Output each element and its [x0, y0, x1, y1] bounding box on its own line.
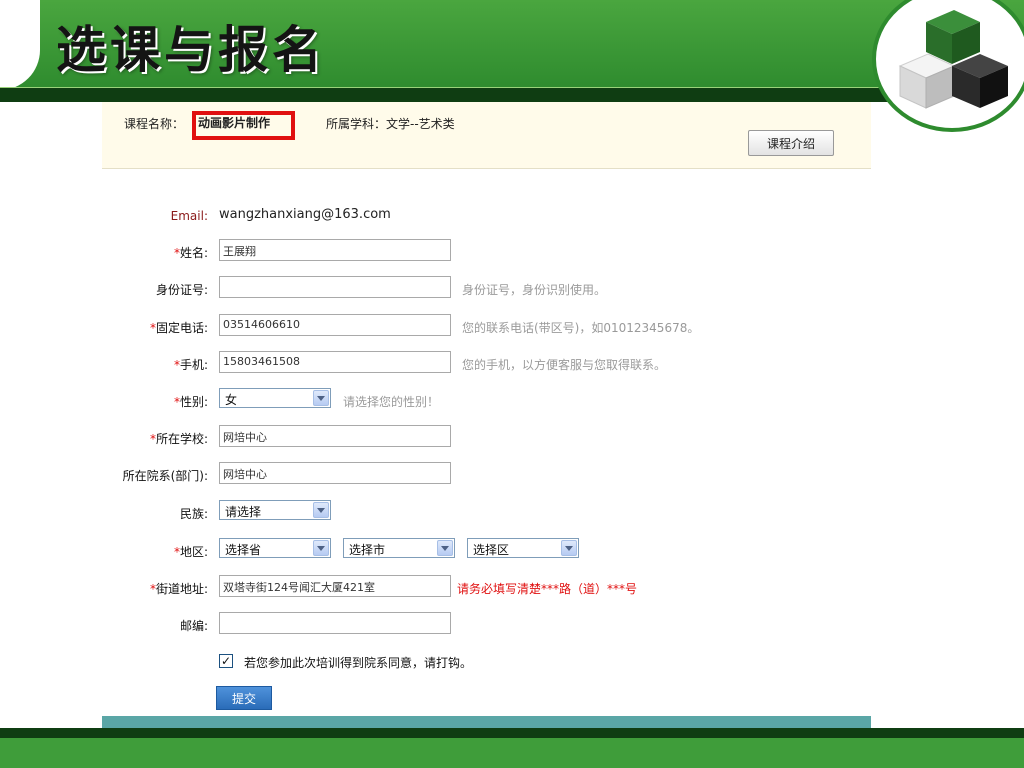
ethnicity-label: 民族: — [179, 507, 208, 521]
form-row-ethnicity: 民族: 请选择 — [0, 500, 1024, 524]
form-row-consent: ✓ 若您参加此次培训得到院系同意，请打钩。 — [0, 653, 1024, 677]
id-card-label: 身份证号: — [155, 283, 208, 297]
region-label: *地区: — [173, 545, 208, 559]
form-row-postcode: 邮编: — [0, 612, 1024, 636]
name-field[interactable]: 王展翔 — [219, 239, 451, 261]
course-name-label: 课程名称： — [124, 117, 185, 131]
department-label: 所在院系(部门): — [122, 469, 208, 483]
city-select[interactable]: 选择市 — [343, 538, 455, 558]
form-footer-bar — [102, 716, 871, 728]
chevron-down-icon — [437, 540, 453, 556]
course-subject: 所属学科：文学--艺术类 — [326, 117, 455, 131]
phone-field[interactable]: 03514606610 — [219, 314, 451, 336]
course-name-highlight: 动画影片制作 — [192, 111, 295, 140]
form-row-mobile: *手机: 15803461508 您的手机，以方便客服与您取得联系。 — [0, 351, 1024, 375]
phone-label: *固定电话: — [149, 321, 208, 335]
submit-button[interactable]: 提交 — [216, 686, 272, 710]
cubes-logo-icon — [898, 10, 1008, 109]
form-row-region: *地区: 选择省 选择市 选择区 — [0, 538, 1024, 562]
chevron-down-icon — [313, 502, 329, 518]
mobile-field[interactable]: 15803461508 — [219, 351, 451, 373]
footer-band — [0, 738, 1024, 768]
name-label: *姓名: — [173, 246, 208, 260]
address-field[interactable]: 双塔寺街124号闻汇大厦421室 — [219, 575, 451, 597]
ethnicity-value: 请选择 — [225, 505, 262, 519]
mobile-label: *手机: — [173, 358, 208, 372]
postcode-field[interactable] — [219, 612, 451, 634]
department-field[interactable]: 网培中心 — [219, 462, 451, 484]
form-row-department: 所在院系(部门): 网培中心 — [0, 462, 1024, 486]
form-row-email: Email: wangzhanxiang@163.com — [0, 204, 1024, 228]
slide-title: 选课与报名 — [56, 21, 326, 79]
gender-select[interactable]: 女 — [219, 388, 331, 408]
chevron-down-icon — [313, 390, 329, 406]
id-card-hint: 身份证号，身份识别使用。 — [462, 283, 607, 297]
district-value: 选择区 — [473, 543, 510, 557]
mobile-hint: 您的手机，以方便客服与您取得联系。 — [462, 358, 667, 372]
form-row-address: *街道地址: 双塔寺街124号闻汇大厦421室 请务必填写清楚***路（道）**… — [0, 575, 1024, 599]
form-row-school: *所在学校: 网培中心 — [0, 425, 1024, 449]
school-label: *所在学校: — [149, 432, 208, 446]
chevron-down-icon — [313, 540, 329, 556]
form-row-submit: 提交 — [0, 686, 1024, 710]
district-select[interactable]: 选择区 — [467, 538, 579, 558]
form-row-gender: *性别: 女 请选择您的性别！ — [0, 388, 1024, 412]
form-row-phone: *固定电话: 03514606610 您的联系电话(带区号)，如01012345… — [0, 314, 1024, 338]
postcode-label: 邮编: — [179, 619, 208, 633]
header-dark-line — [0, 88, 900, 102]
email-label: Email: — [170, 209, 208, 223]
school-field[interactable]: 网培中心 — [219, 425, 451, 447]
city-value: 选择市 — [349, 543, 386, 557]
course-info-panel: 课程名称： 动画影片制作 所属学科：文学--艺术类 课程介绍 — [102, 102, 871, 169]
province-select[interactable]: 选择省 — [219, 538, 331, 558]
gender-label: *性别: — [173, 395, 208, 409]
gender-value: 女 — [225, 393, 238, 407]
footer-dark-line — [0, 728, 1024, 738]
consent-label: 若您参加此次培训得到院系同意，请打钩。 — [244, 656, 473, 670]
email-value: wangzhanxiang@163.com — [219, 207, 391, 222]
ethnicity-select[interactable]: 请选择 — [219, 500, 331, 520]
phone-hint: 您的联系电话(带区号)，如01012345678。 — [462, 321, 700, 335]
chevron-down-icon — [561, 540, 577, 556]
province-value: 选择省 — [225, 543, 262, 557]
address-label: *街道地址: — [149, 582, 208, 596]
address-hint: 请务必填写清楚***路（道）***号 — [457, 582, 638, 596]
form-row-id-card: 身份证号: 身份证号，身份识别使用。 — [0, 276, 1024, 300]
course-name: 动画影片制作 — [198, 116, 271, 130]
consent-checkbox[interactable]: ✓ — [219, 654, 233, 668]
gender-hint: 请选择您的性别！ — [343, 395, 440, 409]
form-row-name: *姓名: 王展翔 — [0, 239, 1024, 263]
course-intro-button[interactable]: 课程介绍 — [748, 130, 834, 156]
id-card-field[interactable] — [219, 276, 451, 298]
